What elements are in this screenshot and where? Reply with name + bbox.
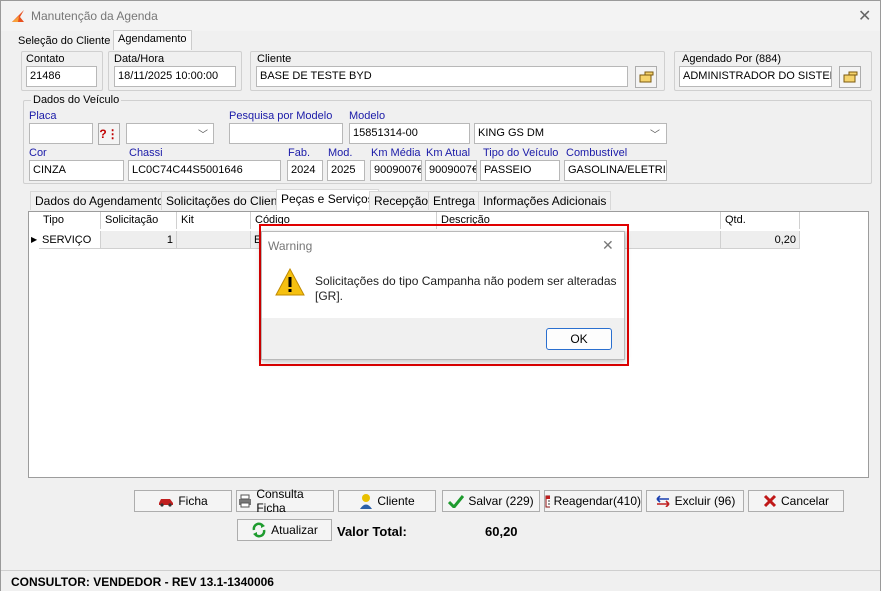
- warning-dialog: Warning ✕ Solicitações do tipo Campanha …: [261, 231, 625, 360]
- cliente-btn-label: Cliente: [377, 494, 415, 508]
- combustivel-label: Combustível: [566, 147, 628, 159]
- data-hora-label: Data/Hora: [114, 53, 165, 65]
- tab-selecao-cliente[interactable]: Seleção do Cliente: [13, 32, 115, 50]
- pointing-hand-icon: [843, 71, 858, 83]
- reagendar-button[interactable]: Reagendar(410): [544, 490, 642, 512]
- swap-arrows-icon: [656, 495, 670, 507]
- printer-icon: [239, 494, 251, 508]
- person-icon: [360, 494, 373, 509]
- agendado-lookup-button[interactable]: [839, 66, 861, 88]
- grid-header-tipo[interactable]: Tipo: [39, 212, 101, 229]
- valor-total-label: Valor Total:: [337, 524, 407, 539]
- pesquisa-modelo-label: Pesquisa por Modelo: [229, 110, 333, 122]
- km-atual-label: Km Atual: [426, 147, 471, 159]
- row-pointer-icon: ▶: [31, 235, 38, 244]
- tab-informacoes-adicionais[interactable]: Informações Adicionais: [478, 191, 612, 210]
- data-hora-field[interactable]: 18/11/2025 10:00:00: [114, 66, 236, 87]
- pesquisa-modelo-field[interactable]: [229, 123, 343, 144]
- ok-button[interactable]: OK: [546, 328, 612, 350]
- modelo-label: Modelo: [349, 110, 386, 122]
- placa-field[interactable]: [29, 123, 93, 144]
- modelo-code-field[interactable]: 15851314-00: [349, 123, 470, 144]
- window-title: Manutenção da Agenda: [31, 9, 158, 23]
- tab-agendamento[interactable]: Agendamento: [113, 30, 192, 50]
- contato-label: Contato: [26, 53, 65, 65]
- agendado-field[interactable]: ADMINISTRADOR DO SISTEMA: [679, 66, 832, 87]
- cell-solicitacao[interactable]: 1: [101, 231, 177, 249]
- placa-label: Placa: [29, 110, 57, 122]
- cliente-lookup-button[interactable]: [635, 66, 657, 88]
- app-logo-icon: [12, 10, 24, 22]
- grid-header-qtd[interactable]: Qtd.: [721, 212, 800, 229]
- dialog-message: Solicitações do tipo Campanha não podem …: [315, 274, 617, 303]
- red-x-icon: [763, 494, 777, 508]
- dialog-title: Warning: [268, 239, 313, 253]
- salvar-label: Salvar (229): [468, 494, 534, 508]
- cell-kit[interactable]: [177, 231, 251, 249]
- fab-field[interactable]: 2024: [287, 160, 323, 181]
- dialog-footer: OK: [262, 318, 624, 359]
- consulta-ficha-button[interactable]: Consulta Ficha: [236, 487, 334, 515]
- tab-solicitacoes-cliente[interactable]: Solicitações do Cliente: [161, 191, 293, 210]
- chassi-label: Chassi: [129, 147, 163, 159]
- tipo-veiculo-label: Tipo do Veículo: [483, 147, 559, 159]
- agendado-label: Agendado Por (884): [682, 53, 782, 65]
- tab-dados-agendamento[interactable]: Dados do Agendamento: [30, 191, 169, 210]
- salvar-button[interactable]: Salvar (229): [442, 490, 540, 512]
- tab-entrega[interactable]: Entrega: [428, 191, 481, 210]
- window-close-button[interactable]: ✕: [858, 6, 871, 26]
- excluir-button[interactable]: Excluir (96): [646, 490, 744, 512]
- pointing-hand-icon: [639, 71, 654, 83]
- reagendar-label: Reagendar(410): [553, 494, 641, 508]
- fab-label: Fab.: [288, 147, 311, 159]
- veiculo-group-label: Dados do Veículo: [31, 94, 122, 106]
- km-media-field[interactable]: 9009007€: [370, 160, 422, 181]
- placa-search-button[interactable]: ?⋮: [98, 123, 120, 145]
- cancelar-label: Cancelar: [780, 494, 830, 508]
- cor-label: Cor: [29, 147, 47, 159]
- grid-header-solicitacao[interactable]: Solicitação: [101, 212, 177, 229]
- km-atual-field[interactable]: 9009007€: [425, 160, 477, 181]
- mod-field[interactable]: 2025: [327, 160, 365, 181]
- question-icon: ?⋮: [99, 127, 119, 141]
- refresh-icon: [252, 522, 266, 538]
- tab-pecas-servicos[interactable]: Peças e Serviços: [276, 189, 379, 210]
- grid-corner: [29, 212, 39, 229]
- cliente-field[interactable]: BASE DE TESTE BYD: [256, 66, 628, 87]
- chassi-field[interactable]: LC0C74C44S5001646: [128, 160, 281, 181]
- tipo-veiculo-field[interactable]: PASSEIO: [480, 160, 560, 181]
- excluir-label: Excluir (96): [674, 494, 736, 508]
- km-media-label: Km Média: [371, 147, 421, 159]
- grid-header-kit[interactable]: Kit: [177, 212, 251, 229]
- cor-field[interactable]: CINZA: [29, 160, 124, 181]
- consulta-ficha-label: Consulta Ficha: [256, 487, 304, 515]
- mod-label: Mod.: [328, 147, 353, 159]
- title-bar: Manutenção da Agenda ✕: [1, 1, 880, 31]
- ficha-button[interactable]: Ficha: [134, 490, 232, 512]
- cell-qtd[interactable]: 0,20: [721, 231, 800, 249]
- chevron-down-icon: ﹀: [198, 130, 208, 141]
- atualizar-label: Atualizar: [271, 523, 318, 537]
- dialog-close-button[interactable]: ✕: [602, 237, 614, 254]
- modelo-select[interactable]: KING GS DM: [474, 123, 667, 144]
- contato-field[interactable]: 21486: [26, 66, 97, 87]
- status-bar: CONSULTOR: VENDEDOR - REV 13.1-1340006: [1, 570, 880, 591]
- tab-recepcao[interactable]: Recepção: [369, 191, 434, 210]
- cliente-label: Cliente: [257, 53, 292, 65]
- ficha-label: Ficha: [178, 494, 208, 508]
- valor-total-value: 60,20: [485, 524, 518, 539]
- check-icon: [448, 495, 465, 508]
- cancelar-button[interactable]: Cancelar: [748, 490, 844, 512]
- warning-icon: [275, 268, 305, 296]
- chevron-down-icon: ﹀: [650, 130, 660, 141]
- car-icon: [159, 499, 174, 507]
- combustivel-field[interactable]: GASOLINA/ELETRIC: [564, 160, 667, 181]
- calendar-icon: [545, 495, 550, 508]
- atualizar-button[interactable]: Atualizar: [237, 519, 332, 541]
- cell-tipo[interactable]: SERVIÇO: [39, 231, 101, 249]
- cliente-button[interactable]: Cliente: [338, 490, 436, 512]
